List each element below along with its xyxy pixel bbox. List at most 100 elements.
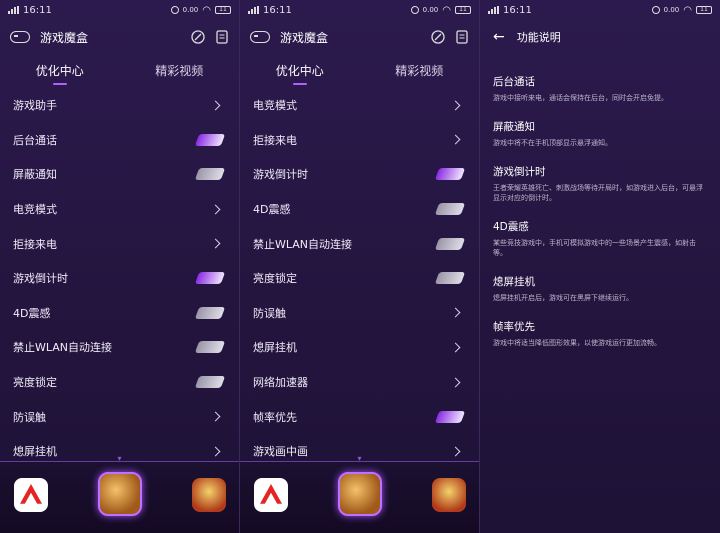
status-bar: 16:11 0.00 ◠ 11 <box>480 0 720 20</box>
row-brightness-lock: 亮度锁定 <box>0 365 239 400</box>
section-heading: 游戏倒计时 <box>493 166 546 178</box>
game-dock: ▾ <box>0 455 239 533</box>
row-label: 电竞模式 <box>253 99 297 113</box>
row-background-call: 后台通话 <box>0 123 239 158</box>
detail-app-bar: ← 功能说明 <box>480 20 720 54</box>
chevron-right-icon <box>210 411 221 422</box>
row-label: 网络加速器 <box>253 376 308 390</box>
row-label: 亮度锁定 <box>253 272 297 286</box>
chevron-right-icon <box>450 100 461 111</box>
speed-icon[interactable] <box>191 30 205 44</box>
tab-bar: 优化中心 精彩视频 <box>0 54 239 86</box>
section-screen-off-idle: 熄屏挂机 熄屏挂机开启后，游戏可在黑屏下继续运行。 <box>493 274 707 303</box>
dock-handle-icon[interactable]: ▾ <box>353 455 367 463</box>
status-speed: 0.00 <box>663 6 680 14</box>
tab-optimization-center[interactable]: 优化中心 <box>240 62 360 79</box>
row-anti-mistouch[interactable]: 防误触 <box>0 399 239 434</box>
speed-icon[interactable] <box>431 30 445 44</box>
screen-feature-description: 16:11 0.00 ◠ 11 ← 功能说明 后台通话 游戏中接听来电，通话会保… <box>480 0 720 533</box>
settings-list: 游戏助手 后台通话 屏蔽通知 电竞模式 拒接来电 游戏倒计时 4D震感 禁止WL… <box>0 86 239 469</box>
status-time: 16:11 <box>503 4 532 16</box>
game-dock: ▾ <box>240 455 479 533</box>
settings-list: 电竞模式 拒接来电 游戏倒计时 4D震感 禁止WLAN自动连接 亮度锁定 防误触… <box>240 86 479 469</box>
app-bar: 游戏魔盒 <box>240 20 479 54</box>
back-arrow-icon[interactable]: ← <box>493 30 505 44</box>
row-game-countdown: 游戏倒计时 <box>240 157 479 192</box>
game-app-icon[interactable] <box>98 472 142 516</box>
tab-bar: 优化中心 精彩视频 <box>240 54 479 86</box>
status-speed: 0.00 <box>182 6 199 14</box>
row-label: 拒接来电 <box>13 237 57 251</box>
toggle-switch[interactable] <box>194 272 226 285</box>
row-disable-wlan-autoconnect: 禁止WLAN自动连接 <box>0 330 239 365</box>
antutu-app-icon[interactable] <box>254 478 288 512</box>
signal-icon <box>248 6 259 14</box>
tab-featured-videos[interactable]: 精彩视频 <box>120 62 240 79</box>
chevron-right-icon <box>210 238 221 249</box>
game-app-icon[interactable] <box>338 472 382 516</box>
row-reject-calls[interactable]: 拒接来电 <box>0 226 239 261</box>
row-label: 熄屏挂机 <box>13 445 57 459</box>
row-framerate-priority: 帧率优先 <box>240 399 479 434</box>
toggle-switch[interactable] <box>194 133 226 146</box>
section-text: 王者荣耀英雄死亡、刺激战场等待开局时，如游戏进入后台，可悬浮显示对应的倒计时。 <box>493 184 703 202</box>
battery-icon: 11 <box>696 6 712 14</box>
row-4d-vibration: 4D震感 <box>240 192 479 227</box>
document-icon[interactable] <box>455 30 469 44</box>
signal-icon <box>8 6 19 14</box>
row-game-assistant[interactable]: 游戏助手 <box>0 88 239 123</box>
row-disable-wlan-autoconnect: 禁止WLAN自动连接 <box>240 226 479 261</box>
feature-descriptions: 后台通话 游戏中接听来电，通话会保持在后台，同时会开启免提。 屏蔽通知 游戏中将… <box>480 54 720 348</box>
toggle-switch[interactable] <box>434 237 466 250</box>
row-label: 电竞模式 <box>13 203 57 217</box>
dock-handle-icon[interactable]: ▾ <box>113 455 127 463</box>
section-heading: 帧率优先 <box>493 321 535 333</box>
toggle-switch[interactable] <box>434 203 466 216</box>
status-bar: 16:11 0.00 ◠ 11 <box>0 0 239 20</box>
toggle-switch[interactable] <box>434 272 466 285</box>
app-bar: 游戏魔盒 <box>0 20 239 54</box>
row-label: 拒接来电 <box>253 133 297 147</box>
toggle-switch[interactable] <box>194 376 226 389</box>
tab-featured-videos[interactable]: 精彩视频 <box>360 62 480 79</box>
page-title: 功能说明 <box>516 31 561 44</box>
toggle-switch[interactable] <box>434 168 466 181</box>
section-text: 游戏中将不在手机顶部显示悬浮通知。 <box>493 139 612 147</box>
row-reject-calls[interactable]: 拒接来电 <box>240 123 479 158</box>
section-heading: 熄屏挂机 <box>493 276 535 288</box>
toggle-switch[interactable] <box>194 341 226 354</box>
battery-icon: 11 <box>455 6 471 14</box>
status-bar: 16:11 0.00 ◠ 11 <box>240 0 479 20</box>
section-text: 熄屏挂机开启后，游戏可在黑屏下继续运行。 <box>493 294 633 302</box>
wifi-icon: ◠ <box>442 4 451 16</box>
toggle-switch[interactable] <box>434 410 466 423</box>
status-time: 16:11 <box>263 4 292 16</box>
tab-optimization-center[interactable]: 优化中心 <box>0 62 120 79</box>
row-game-countdown: 游戏倒计时 <box>0 261 239 296</box>
row-anti-mistouch[interactable]: 防误触 <box>240 296 479 331</box>
wifi-icon: ◠ <box>202 4 211 16</box>
status-speed: 0.00 <box>422 6 439 14</box>
chevron-right-icon <box>450 342 461 353</box>
app-title: 游戏魔盒 <box>40 30 89 45</box>
row-esports-mode[interactable]: 电竞模式 <box>0 192 239 227</box>
game-app-icon-2[interactable] <box>192 478 226 512</box>
row-network-accelerator[interactable]: 网络加速器 <box>240 365 479 400</box>
chevron-right-icon <box>210 100 221 111</box>
row-label: 4D震感 <box>253 203 291 217</box>
game-app-icon-2[interactable] <box>432 478 466 512</box>
alarm-icon <box>170 6 179 14</box>
toggle-switch[interactable] <box>194 168 226 181</box>
toggle-switch[interactable] <box>194 306 226 319</box>
section-text: 游戏中接听来电，通话会保持在后台，同时会开启免提。 <box>493 94 668 102</box>
row-label: 防误触 <box>13 410 46 424</box>
row-screen-off-idle[interactable]: 熄屏挂机 <box>240 330 479 365</box>
game-controller-icon <box>10 31 30 43</box>
wifi-icon: ◠ <box>683 4 692 16</box>
document-icon[interactable] <box>215 30 229 44</box>
row-label: 游戏画中画 <box>253 445 308 459</box>
section-text: 游戏中将适当降低图形效果，以使游戏运行更加流畅。 <box>493 339 661 347</box>
section-framerate-priority: 帧率优先 游戏中将适当降低图形效果，以使游戏运行更加流畅。 <box>493 319 707 348</box>
antutu-app-icon[interactable] <box>14 478 48 512</box>
row-esports-mode[interactable]: 电竞模式 <box>240 88 479 123</box>
